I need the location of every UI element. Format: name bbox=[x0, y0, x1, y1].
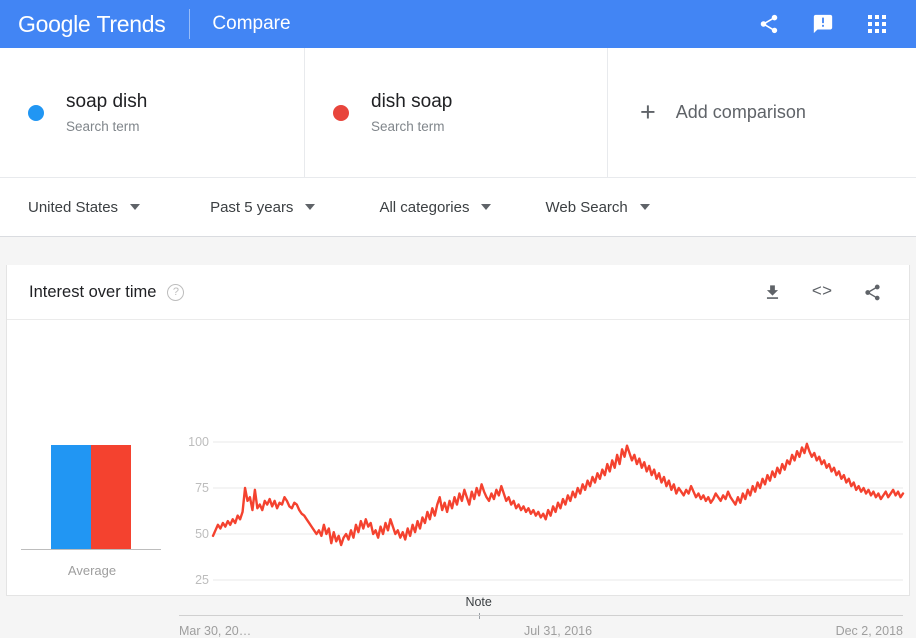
add-comparison-label: Add comparison bbox=[675, 102, 806, 122]
filter-location[interactable]: United States bbox=[28, 198, 141, 216]
comparison-term-1: soap dish bbox=[66, 90, 148, 112]
timeseries-svg bbox=[211, 441, 905, 581]
apps-grid-icon-glyph bbox=[868, 15, 886, 33]
average-label: Average bbox=[67, 563, 117, 578]
note-annotation-label[interactable]: Note bbox=[465, 595, 491, 609]
note-tick-mark bbox=[478, 613, 480, 619]
brand-area[interactable]: Google Trends Compare bbox=[0, 9, 291, 39]
average-bar-soap-dish[interactable] bbox=[51, 445, 91, 549]
comparison-card-1[interactable]: soap dish Search term bbox=[0, 48, 305, 177]
x-axis-label-end: Dec 2, 2018 bbox=[835, 624, 903, 638]
share-icon[interactable] bbox=[861, 281, 883, 303]
help-circle-icon[interactable]: ? bbox=[167, 283, 185, 301]
comparison-card-2-text: dish soap Search term bbox=[371, 89, 452, 137]
google-trends-logo: Google Trends bbox=[18, 10, 166, 38]
filter-category[interactable]: All categories bbox=[379, 198, 492, 216]
apps-grid-icon[interactable] bbox=[864, 11, 890, 37]
plus-icon: + bbox=[640, 97, 656, 127]
average-chart: Average bbox=[7, 320, 167, 595]
download-icon-glyph bbox=[766, 284, 778, 299]
timeseries-chart[interactable]: 100 75 50 25 Note Mar 30, 20… Jul 31, 2016 … bbox=[167, 320, 909, 638]
x-axis-line bbox=[179, 615, 903, 616]
comparison-card-2[interactable]: dish soap Search term bbox=[305, 48, 608, 177]
logo-trends-text: Trends bbox=[96, 10, 166, 37]
chevron-down-icon bbox=[305, 204, 316, 210]
series-color-dot-2 bbox=[333, 104, 349, 121]
share-icon[interactable] bbox=[756, 11, 782, 37]
comparison-type-2: Search term bbox=[371, 118, 445, 134]
logo-google-text: Google bbox=[18, 10, 91, 37]
chart-title: Interest over time bbox=[29, 282, 157, 301]
filter-location-label: United States bbox=[28, 198, 119, 216]
series-line-dish-soap bbox=[211, 442, 905, 547]
compare-nav-item[interactable]: Compare bbox=[212, 13, 290, 35]
average-bars[interactable] bbox=[51, 445, 131, 549]
filter-time-range-label: Past 5 years bbox=[210, 198, 294, 216]
filter-bar: United States Past 5 years All categorie… bbox=[0, 178, 916, 237]
embed-code-glyph: <> bbox=[811, 282, 833, 302]
chart-card-header: Interest over time ? <> bbox=[7, 265, 909, 320]
chart-card-actions: <> bbox=[761, 281, 909, 303]
average-bar-dish-soap[interactable] bbox=[91, 445, 131, 549]
filter-search-type[interactable]: Web Search bbox=[545, 198, 650, 216]
share-icon-glyph bbox=[760, 14, 778, 34]
average-baseline bbox=[21, 549, 161, 550]
x-axis-label-middle: Jul 31, 2016 bbox=[523, 624, 593, 638]
filter-search-type-label: Web Search bbox=[545, 198, 628, 216]
chevron-down-icon bbox=[130, 204, 141, 210]
add-comparison-button[interactable]: + Add comparison bbox=[608, 48, 916, 177]
filter-time-range[interactable]: Past 5 years bbox=[210, 198, 316, 216]
feedback-icon-glyph bbox=[813, 14, 833, 34]
embed-code-icon[interactable]: <> bbox=[811, 281, 833, 303]
interest-over-time-card: Interest over time ? <> Average 100 75 5… bbox=[6, 265, 910, 638]
chart-plot-area: Average 100 75 50 25 Note Mar 30, 20… Jul 3… bbox=[7, 320, 909, 638]
comparison-term-2: dish soap bbox=[371, 90, 453, 112]
chevron-down-icon bbox=[481, 204, 492, 210]
app-header: Google Trends Compare bbox=[0, 0, 916, 48]
series-color-dot-1 bbox=[28, 104, 44, 121]
chevron-down-icon bbox=[639, 204, 650, 210]
header-actions bbox=[756, 11, 916, 37]
feedback-icon[interactable] bbox=[810, 11, 836, 37]
header-divider bbox=[189, 9, 191, 39]
comparison-card-1-text: soap dish Search term bbox=[66, 89, 147, 137]
filter-category-label: All categories bbox=[379, 198, 470, 216]
share-icon-glyph bbox=[864, 284, 880, 300]
x-axis-label-start: Mar 30, 20… bbox=[179, 624, 252, 638]
comparison-row: soap dish Search term dish soap Search t… bbox=[0, 48, 916, 178]
comparison-type-1: Search term bbox=[66, 118, 140, 134]
download-icon[interactable] bbox=[761, 281, 783, 303]
